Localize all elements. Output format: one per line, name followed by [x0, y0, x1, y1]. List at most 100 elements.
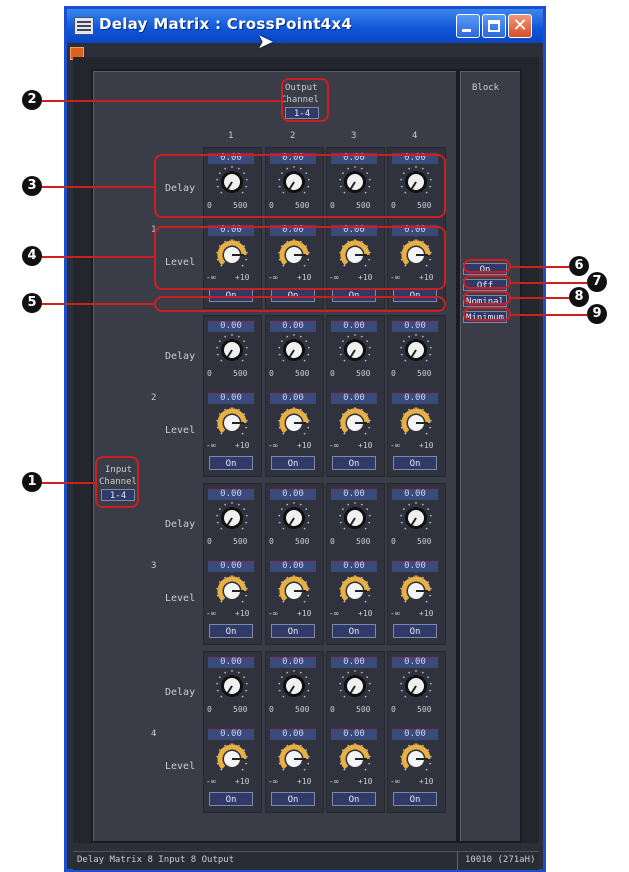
status-bar: Delay Matrix 8 Input 8 Output 10010 (271…: [73, 851, 539, 870]
level-knob[interactable]: [338, 574, 372, 608]
delay-knob[interactable]: [338, 333, 372, 367]
level-knob[interactable]: [215, 742, 249, 776]
level-value-field[interactable]: 0.00: [270, 560, 316, 572]
level-scale-max: +10: [235, 777, 250, 786]
delay-knob[interactable]: [338, 669, 372, 703]
level-knob[interactable]: [215, 406, 249, 440]
level-row-label: Level: [165, 761, 196, 772]
level-scale-max: +10: [297, 777, 312, 786]
delay-scale-max: 500: [295, 705, 310, 714]
level-scale-max: +10: [297, 609, 312, 618]
on-button[interactable]: On: [332, 456, 376, 470]
delay-scale-min: 0: [391, 705, 396, 714]
level-scale-max: +10: [358, 609, 373, 618]
on-button[interactable]: On: [209, 792, 253, 806]
level-value-field[interactable]: 0.00: [331, 392, 377, 404]
delay-value-field[interactable]: 0.00: [270, 488, 316, 500]
delay-row-label: Delay: [165, 687, 196, 698]
level-knob[interactable]: [277, 574, 311, 608]
delay-value-field[interactable]: 0.00: [270, 320, 316, 332]
on-button[interactable]: On: [271, 792, 315, 806]
delay-value-field[interactable]: 0.00: [208, 320, 254, 332]
on-button[interactable]: On: [332, 624, 376, 638]
level-value-field[interactable]: 0.00: [392, 560, 438, 572]
on-button[interactable]: On: [393, 792, 437, 806]
on-button[interactable]: On: [271, 624, 315, 638]
callout-frame: [463, 291, 511, 305]
level-value-field[interactable]: 0.00: [331, 728, 377, 740]
level-knob[interactable]: [215, 574, 249, 608]
callout-frame: [463, 259, 511, 273]
delay-knob[interactable]: [215, 669, 249, 703]
delay-knob[interactable]: [277, 333, 311, 367]
delay-knob[interactable]: [399, 669, 433, 703]
delay-knob[interactable]: [399, 333, 433, 367]
delay-value-field[interactable]: 0.00: [208, 656, 254, 668]
level-value-field[interactable]: 0.00: [208, 728, 254, 740]
input-row-number: 2: [151, 393, 157, 403]
level-scale-min: -∞: [390, 609, 400, 618]
delay-value-field[interactable]: 0.00: [270, 656, 316, 668]
callout-number-badge: 4: [22, 246, 42, 266]
delay-scale-max: 500: [417, 537, 432, 546]
delay-value-field[interactable]: 0.00: [392, 320, 438, 332]
on-button[interactable]: On: [271, 456, 315, 470]
delay-knob[interactable]: [277, 669, 311, 703]
delay-knob[interactable]: [215, 501, 249, 535]
level-row-label: Level: [165, 425, 196, 436]
status-id: 10010 (271aH): [465, 855, 536, 865]
output-column-number: 1: [228, 131, 234, 141]
delay-knob[interactable]: [277, 501, 311, 535]
delay-row-label: Delay: [165, 519, 196, 530]
title-bar[interactable]: Delay Matrix : CrossPoint4x4 ✕ ➤: [67, 9, 543, 53]
level-value-field[interactable]: 0.00: [392, 392, 438, 404]
maximize-button[interactable]: [482, 14, 506, 38]
delay-scale-max: 500: [233, 537, 248, 546]
delay-row-label: Delay: [165, 351, 196, 362]
level-scale-min: -∞: [268, 441, 278, 450]
level-scale-min: -∞: [268, 777, 278, 786]
level-scale-min: -∞: [390, 777, 400, 786]
level-value-field[interactable]: 0.00: [392, 728, 438, 740]
level-knob[interactable]: [399, 574, 433, 608]
level-knob[interactable]: [399, 742, 433, 776]
level-value-field[interactable]: 0.00: [208, 560, 254, 572]
callout-leader-line: [42, 100, 281, 102]
delay-knob[interactable]: [215, 333, 249, 367]
on-button[interactable]: On: [209, 624, 253, 638]
level-scale-max: +10: [235, 609, 250, 618]
callout-leader-line: [511, 314, 587, 316]
level-knob[interactable]: [338, 406, 372, 440]
level-value-field[interactable]: 0.00: [208, 392, 254, 404]
level-knob[interactable]: [277, 406, 311, 440]
on-button[interactable]: On: [209, 456, 253, 470]
delay-knob[interactable]: [399, 501, 433, 535]
delay-value-field[interactable]: 0.00: [208, 488, 254, 500]
on-button[interactable]: On: [393, 456, 437, 470]
level-value-field[interactable]: 0.00: [270, 728, 316, 740]
on-button[interactable]: On: [393, 624, 437, 638]
callout-leader-line: [511, 282, 587, 284]
close-icon: ✕: [512, 15, 528, 36]
delay-scale-min: 0: [391, 537, 396, 546]
level-value-field[interactable]: 0.00: [270, 392, 316, 404]
level-knob[interactable]: [277, 742, 311, 776]
delay-scale-min: 0: [391, 369, 396, 378]
level-row-label: Level: [165, 593, 196, 604]
level-knob[interactable]: [399, 406, 433, 440]
close-button[interactable]: ✕: [508, 14, 532, 38]
delay-value-field[interactable]: 0.00: [331, 656, 377, 668]
delay-value-field[interactable]: 0.00: [331, 320, 377, 332]
delay-value-field[interactable]: 0.00: [392, 488, 438, 500]
output-column-number: 2: [290, 131, 296, 141]
on-button[interactable]: On: [332, 792, 376, 806]
delay-value-field[interactable]: 0.00: [331, 488, 377, 500]
level-knob[interactable]: [338, 742, 372, 776]
delay-value-field[interactable]: 0.00: [392, 656, 438, 668]
level-value-field[interactable]: 0.00: [331, 560, 377, 572]
delay-knob[interactable]: [338, 501, 372, 535]
minimize-button[interactable]: [456, 14, 480, 38]
callout-number-badge: 2: [22, 90, 42, 110]
level-scale-min: -∞: [268, 609, 278, 618]
level-scale-max: +10: [419, 777, 434, 786]
